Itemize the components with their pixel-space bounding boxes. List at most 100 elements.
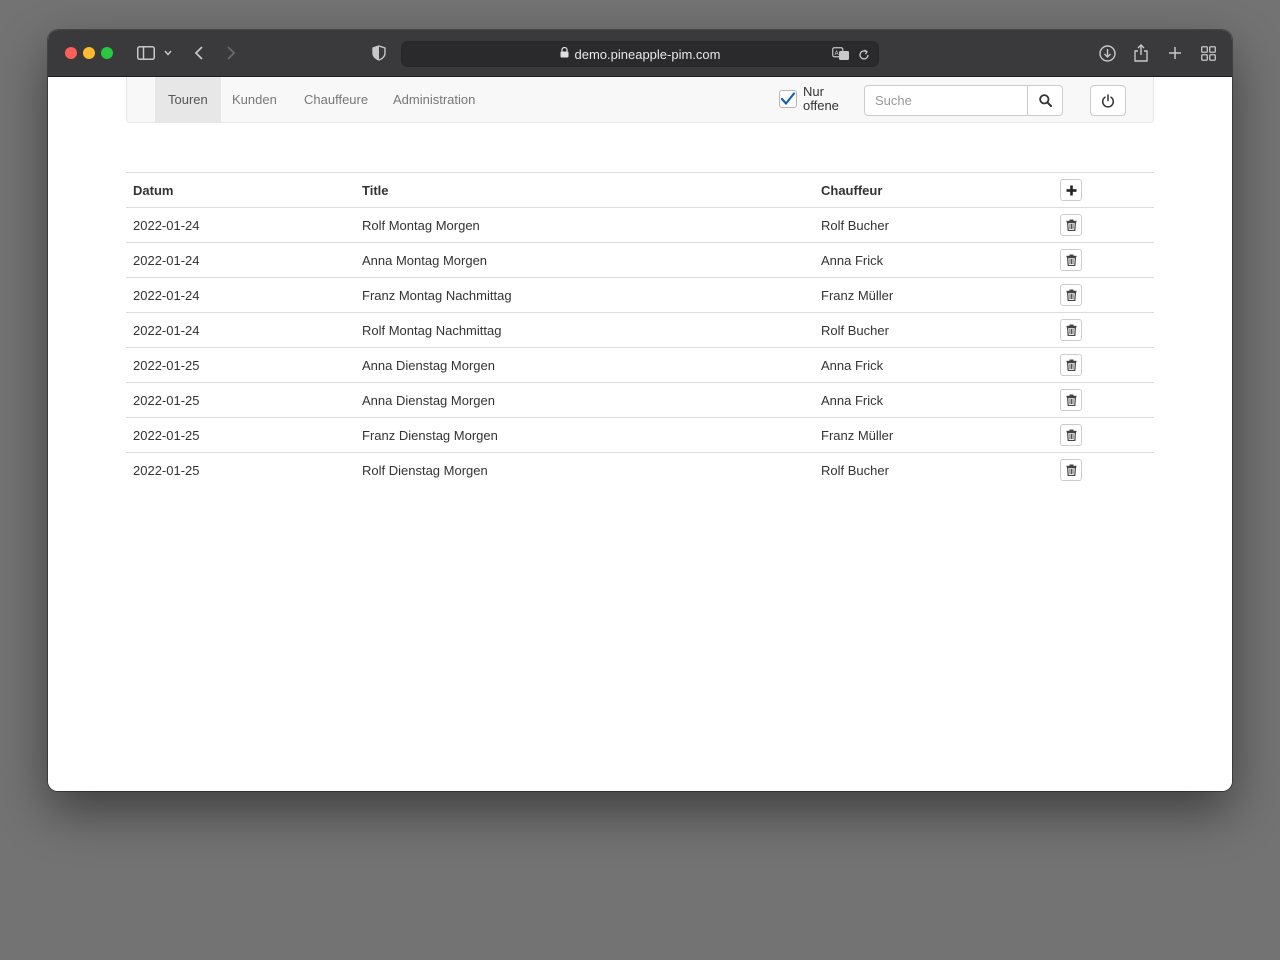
browser-toolbar: demo.pineapple-pim.com A (48, 30, 1232, 77)
trash-icon (1066, 289, 1076, 301)
trash-icon (1066, 324, 1076, 336)
search-button[interactable] (1027, 85, 1063, 116)
cell-date: 2022-01-25 (126, 382, 355, 418)
nav-tab-kunden[interactable]: Kunden (219, 77, 290, 122)
chevron-down-icon[interactable] (162, 42, 174, 64)
plus-icon (1066, 185, 1076, 195)
sidebar-toggle-icon[interactable] (136, 42, 156, 64)
cell-title: Anna Dienstag Morgen (355, 382, 814, 418)
table-row[interactable]: 2022-01-24 Anna Montag Morgen Anna Frick (126, 242, 1154, 278)
trash-icon (1066, 219, 1076, 231)
cell-actions (1053, 382, 1154, 418)
cell-date: 2022-01-24 (126, 277, 355, 313)
cell-driver: Franz Müller (814, 417, 1053, 453)
cell-title: Franz Dienstag Morgen (355, 417, 814, 453)
header-title[interactable]: Title (355, 172, 814, 208)
add-tour-button[interactable] (1060, 179, 1082, 201)
nav-tab-chauffeure[interactable]: Chauffeure (291, 77, 381, 122)
cell-driver: Anna Frick (814, 242, 1053, 278)
back-icon[interactable] (192, 42, 206, 64)
checkmark-icon (780, 92, 796, 105)
logout-button[interactable] (1090, 85, 1126, 116)
cell-actions (1053, 277, 1154, 313)
header-chauffeur[interactable]: Chauffeur (814, 172, 1053, 208)
new-tab-icon[interactable] (1167, 42, 1183, 64)
table-row[interactable]: 2022-01-24 Franz Montag Nachmittag Franz… (126, 277, 1154, 313)
nav-tab-touren[interactable]: Touren (155, 77, 221, 122)
tours-table-body: 2022-01-24 Rolf Montag Morgen Rolf Buche… (126, 207, 1154, 488)
nav-tab-administration[interactable]: Administration (380, 77, 488, 122)
cell-actions (1053, 207, 1154, 243)
cell-date: 2022-01-25 (126, 347, 355, 383)
cell-title: Franz Montag Nachmittag (355, 277, 814, 313)
table-row[interactable]: 2022-01-24 Rolf Montag Nachmittag Rolf B… (126, 312, 1154, 348)
trash-icon (1066, 394, 1076, 406)
delete-tour-button[interactable] (1060, 389, 1082, 411)
reload-icon[interactable] (858, 48, 870, 66)
trash-icon (1066, 464, 1076, 477)
table-row[interactable]: 2022-01-25 Anna Dienstag Morgen Anna Fri… (126, 347, 1154, 383)
cell-actions (1053, 453, 1154, 488)
delete-tour-button[interactable] (1060, 424, 1082, 446)
cell-actions (1053, 347, 1154, 383)
download-icon[interactable] (1098, 42, 1116, 64)
close-window-button[interactable] (65, 47, 77, 59)
tab-overview-icon[interactable] (1200, 42, 1216, 64)
cell-title: Rolf Montag Morgen (355, 207, 814, 243)
delete-tour-button[interactable] (1060, 249, 1082, 271)
delete-tour-button[interactable] (1060, 284, 1082, 306)
privacy-shield-icon[interactable] (370, 42, 388, 64)
cell-actions (1053, 312, 1154, 348)
cell-title: Anna Dienstag Morgen (355, 347, 814, 383)
open-only-checkbox[interactable] (779, 90, 797, 108)
cell-title: Rolf Montag Nachmittag (355, 312, 814, 348)
table-header-row: Datum Title Chauffeur (126, 172, 1154, 208)
delete-tour-button[interactable] (1060, 214, 1082, 236)
power-icon (1101, 93, 1115, 108)
header-actions (1053, 172, 1154, 208)
cell-actions (1053, 417, 1154, 453)
header-datum[interactable]: Datum (126, 172, 355, 208)
search-icon (1038, 94, 1052, 107)
page-content: Touren Kunden Chauffeure Administration … (48, 77, 1232, 791)
cell-date: 2022-01-24 (126, 242, 355, 278)
table-row[interactable]: 2022-01-24 Rolf Montag Morgen Rolf Buche… (126, 207, 1154, 243)
cell-driver: Rolf Bucher (814, 207, 1053, 243)
open-only-label: Nur offene (803, 84, 839, 113)
address-bar[interactable]: demo.pineapple-pim.com A (401, 41, 879, 67)
cell-title: Anna Montag Morgen (355, 242, 814, 278)
cell-date: 2022-01-24 (126, 312, 355, 348)
zoom-window-button[interactable] (101, 47, 113, 59)
table-row[interactable]: 2022-01-25 Rolf Dienstag Morgen Rolf Buc… (126, 453, 1154, 488)
cell-title: Rolf Dienstag Morgen (362, 462, 488, 478)
browser-window: demo.pineapple-pim.com A Touren Kunden C… (48, 30, 1232, 791)
table-row[interactable]: 2022-01-25 Anna Dienstag Morgen Anna Fri… (126, 382, 1154, 418)
translate-icon[interactable]: A (832, 47, 850, 66)
trash-icon (1066, 429, 1076, 441)
trash-icon (1066, 254, 1076, 266)
open-only-filter[interactable]: Nur offene (779, 85, 843, 113)
minimize-window-button[interactable] (83, 47, 95, 59)
delete-tour-button[interactable] (1060, 459, 1082, 482)
cell-driver: Rolf Bucher (814, 312, 1053, 348)
search-input[interactable] (864, 85, 1028, 116)
cell-driver: Rolf Bucher (821, 462, 889, 478)
forward-icon[interactable] (224, 42, 238, 64)
cell-date: 2022-01-24 (126, 207, 355, 243)
delete-tour-button[interactable] (1060, 319, 1082, 341)
cell-driver: Anna Frick (814, 382, 1053, 418)
url-text: demo.pineapple-pim.com (574, 46, 721, 62)
cell-actions (1053, 242, 1154, 278)
cell-driver: Franz Müller (814, 277, 1053, 313)
svg-text:A: A (835, 50, 840, 57)
table-row[interactable]: 2022-01-25 Franz Dienstag Morgen Franz M… (126, 417, 1154, 453)
tours-table: Datum Title Chauffeur 2022-01-24 Rolf Mo… (126, 172, 1154, 488)
delete-tour-button[interactable] (1060, 354, 1082, 376)
cell-date: 2022-01-25 (133, 462, 200, 478)
trash-icon (1066, 359, 1076, 371)
app-navbar: Touren Kunden Chauffeure Administration … (126, 77, 1154, 123)
cell-date: 2022-01-25 (126, 417, 355, 453)
cell-driver: Anna Frick (814, 347, 1053, 383)
lock-icon (560, 45, 569, 63)
share-icon[interactable] (1133, 42, 1149, 64)
